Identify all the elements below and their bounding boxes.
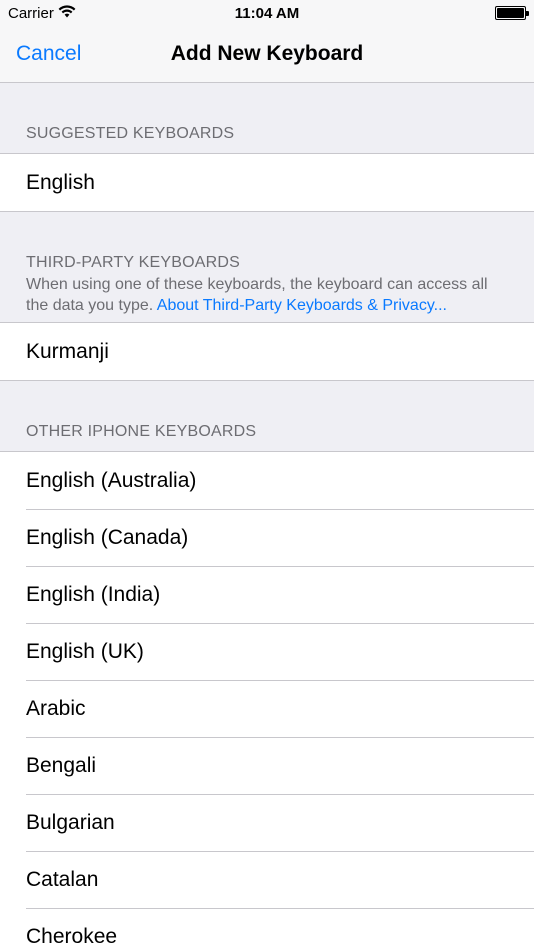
keyboard-label: English (India) [26,582,161,606]
keyboard-label: Bengali [26,753,97,777]
suggested-keyboards-list: English [0,153,534,212]
status-right [495,6,529,20]
keyboard-label: Catalan [26,867,99,891]
other-keyboards-list: English (Australia) English (Canada) Eng… [0,451,534,950]
keyboard-row[interactable]: Catalan [0,851,534,908]
keyboard-label: English (UK) [26,639,144,663]
page-title: Add New Keyboard [170,42,364,65]
battery-nub [526,11,529,16]
navigation-bar: Cancel Add New Keyboard [0,28,534,83]
keyboard-row[interactable]: Bulgarian [0,794,534,851]
keyboard-row[interactable]: English (India) [0,566,534,623]
other-keyboards-header: OTHER IPHONE KEYBOARDS [26,423,257,440]
third-party-keyboards-list: Kurmanji [0,322,534,381]
keyboard-label: English [26,170,95,194]
keyboard-label: Bulgarian [26,810,115,834]
third-party-description: When using one of these keyboards, the k… [0,272,534,322]
third-party-privacy-link[interactable]: About Third-Party Keyboards & Privacy... [157,297,447,314]
status-time: 11:04 AM [234,5,300,22]
keyboard-row[interactable]: Arabic [0,680,534,737]
keyboard-row[interactable]: English (Canada) [0,509,534,566]
keyboard-label: Arabic [26,696,86,720]
status-bar: Carrier 11:04 AM [0,0,534,28]
battery-icon [495,6,529,20]
keyboard-row[interactable]: English (Australia) [0,452,534,509]
keyboard-row-kurmanji[interactable]: Kurmanji [0,323,534,380]
keyboard-row[interactable]: Bengali [0,737,534,794]
keyboard-label: English (Canada) [26,525,189,549]
suggested-keyboards-header: SUGGESTED KEYBOARDS [26,125,235,142]
keyboard-label: English (Australia) [26,468,197,492]
keyboard-label: Cherokee [26,924,118,948]
keyboard-row[interactable]: English (UK) [0,623,534,680]
keyboard-label: Kurmanji [26,339,109,363]
keyboard-row-english[interactable]: English [0,154,534,211]
third-party-keyboards-header: THIRD-PARTY KEYBOARDS [26,254,241,271]
battery-fill [497,8,524,18]
keyboard-row[interactable]: Cherokee [0,908,534,950]
